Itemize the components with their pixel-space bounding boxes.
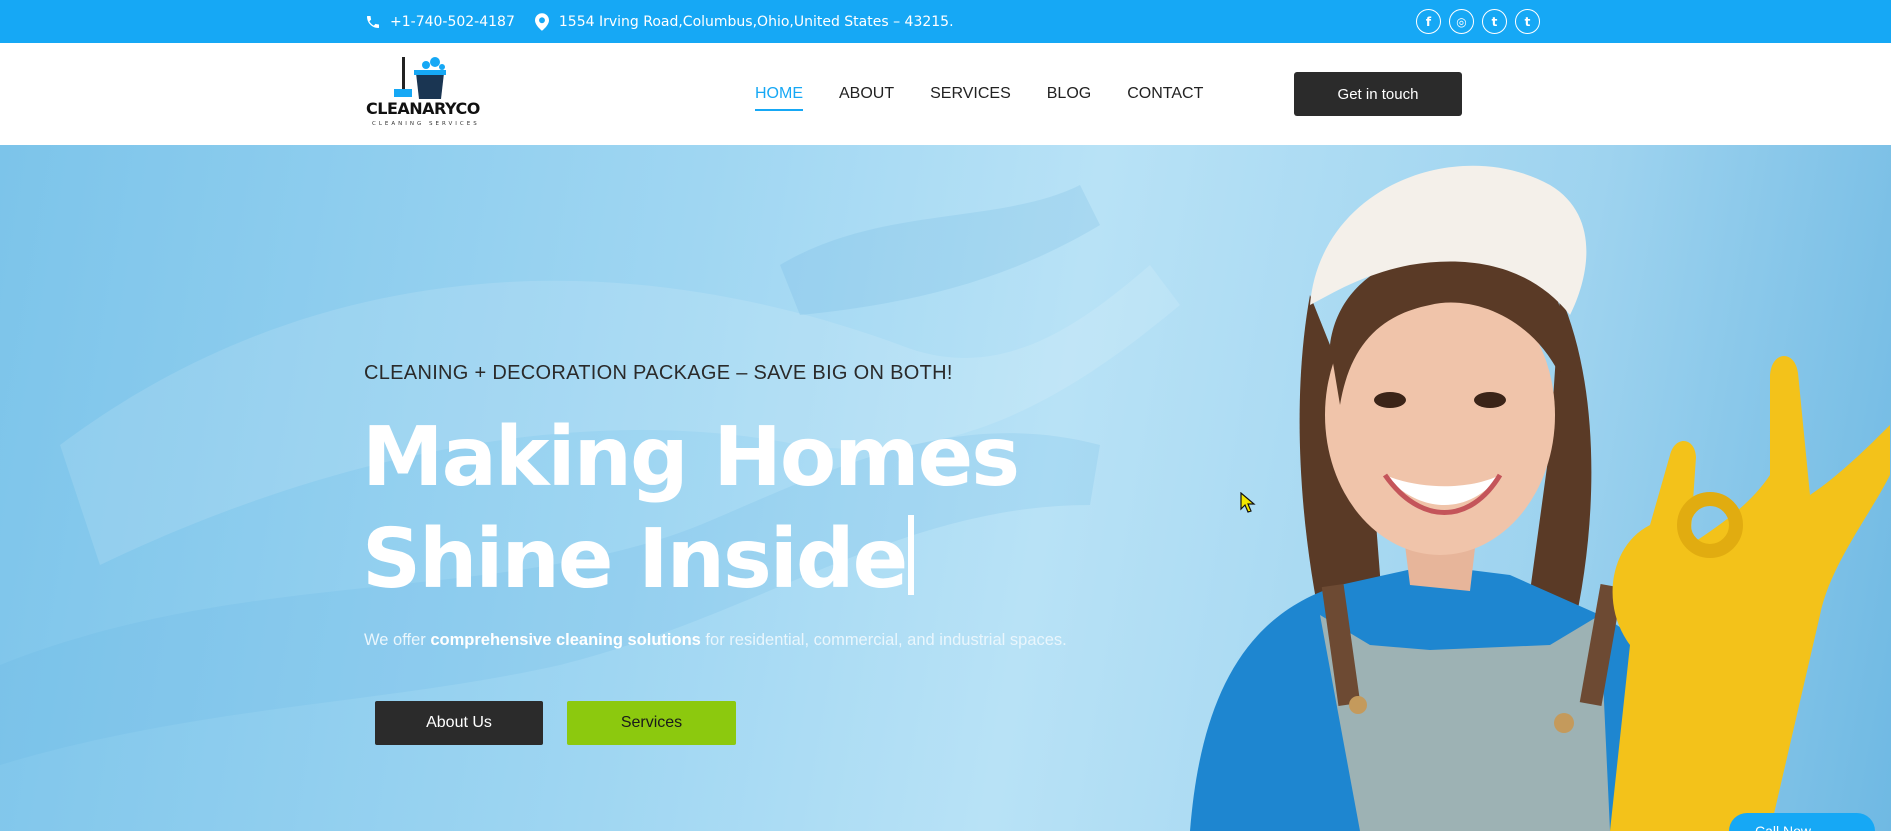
hero-eyebrow: CLEANING + DECORATION PACKAGE – SAVE BIG…: [364, 362, 953, 384]
subtitle-prefix: We offer: [364, 631, 431, 649]
cleaner-woman-image: [1190, 165, 1890, 831]
headline-line-1: Making Homes: [362, 410, 1020, 505]
site-logo[interactable]: CLEANARYCO CLEANING SERVICES: [366, 55, 486, 135]
tumblr-icon[interactable]: t: [1515, 9, 1540, 34]
hero-headline: Making Homes Shine Inside: [362, 407, 1020, 611]
call-now-button[interactable]: Call Now: [1729, 813, 1875, 831]
twitter-icon[interactable]: t: [1482, 9, 1507, 34]
subtitle-bold: comprehensive cleaning solutions: [430, 631, 701, 649]
phone-icon: [364, 13, 382, 31]
phone-number[interactable]: +1-740-502-4187: [390, 14, 515, 30]
services-button[interactable]: Services: [567, 701, 736, 745]
nav-about[interactable]: ABOUT: [839, 85, 894, 103]
main-nav: HOME ABOUT SERVICES BLOG CONTACT: [755, 43, 1203, 145]
nav-contact[interactable]: CONTACT: [1127, 85, 1203, 103]
nav-services[interactable]: SERVICES: [930, 85, 1011, 103]
top-contact-bar: +1-740-502-4187 1554 Irving Road,Columbu…: [0, 0, 1891, 43]
typing-cursor: [908, 515, 915, 595]
headline-line-2: Shine Inside: [362, 512, 908, 607]
nav-blog[interactable]: BLOG: [1047, 85, 1091, 103]
site-header: CLEANARYCO CLEANING SERVICES HOME ABOUT …: [0, 43, 1891, 145]
about-us-button[interactable]: About Us: [375, 701, 543, 745]
hero-section: CLEANING + DECORATION PACKAGE – SAVE BIG…: [0, 145, 1891, 831]
logo-name: CLEANARYCO: [366, 99, 480, 118]
location-pin-icon: [533, 12, 551, 31]
mouse-pointer-icon: [1240, 492, 1256, 513]
facebook-icon[interactable]: f: [1416, 9, 1441, 34]
hero-subtitle: We offer comprehensive cleaning solution…: [364, 631, 1067, 650]
social-links: f ◎ t t: [1416, 9, 1540, 34]
logo-tagline: CLEANING SERVICES: [372, 121, 480, 127]
nav-home[interactable]: HOME: [755, 85, 803, 111]
instagram-icon[interactable]: ◎: [1449, 9, 1474, 34]
contact-info: +1-740-502-4187 1554 Irving Road,Columbu…: [364, 0, 972, 43]
get-in-touch-button[interactable]: Get in touch: [1294, 72, 1462, 116]
subtitle-suffix: for residential, commercial, and industr…: [700, 631, 1067, 649]
address-text: 1554 Irving Road,Columbus,Ohio,United St…: [558, 13, 954, 30]
cleaning-bucket-icon: [394, 57, 446, 99]
